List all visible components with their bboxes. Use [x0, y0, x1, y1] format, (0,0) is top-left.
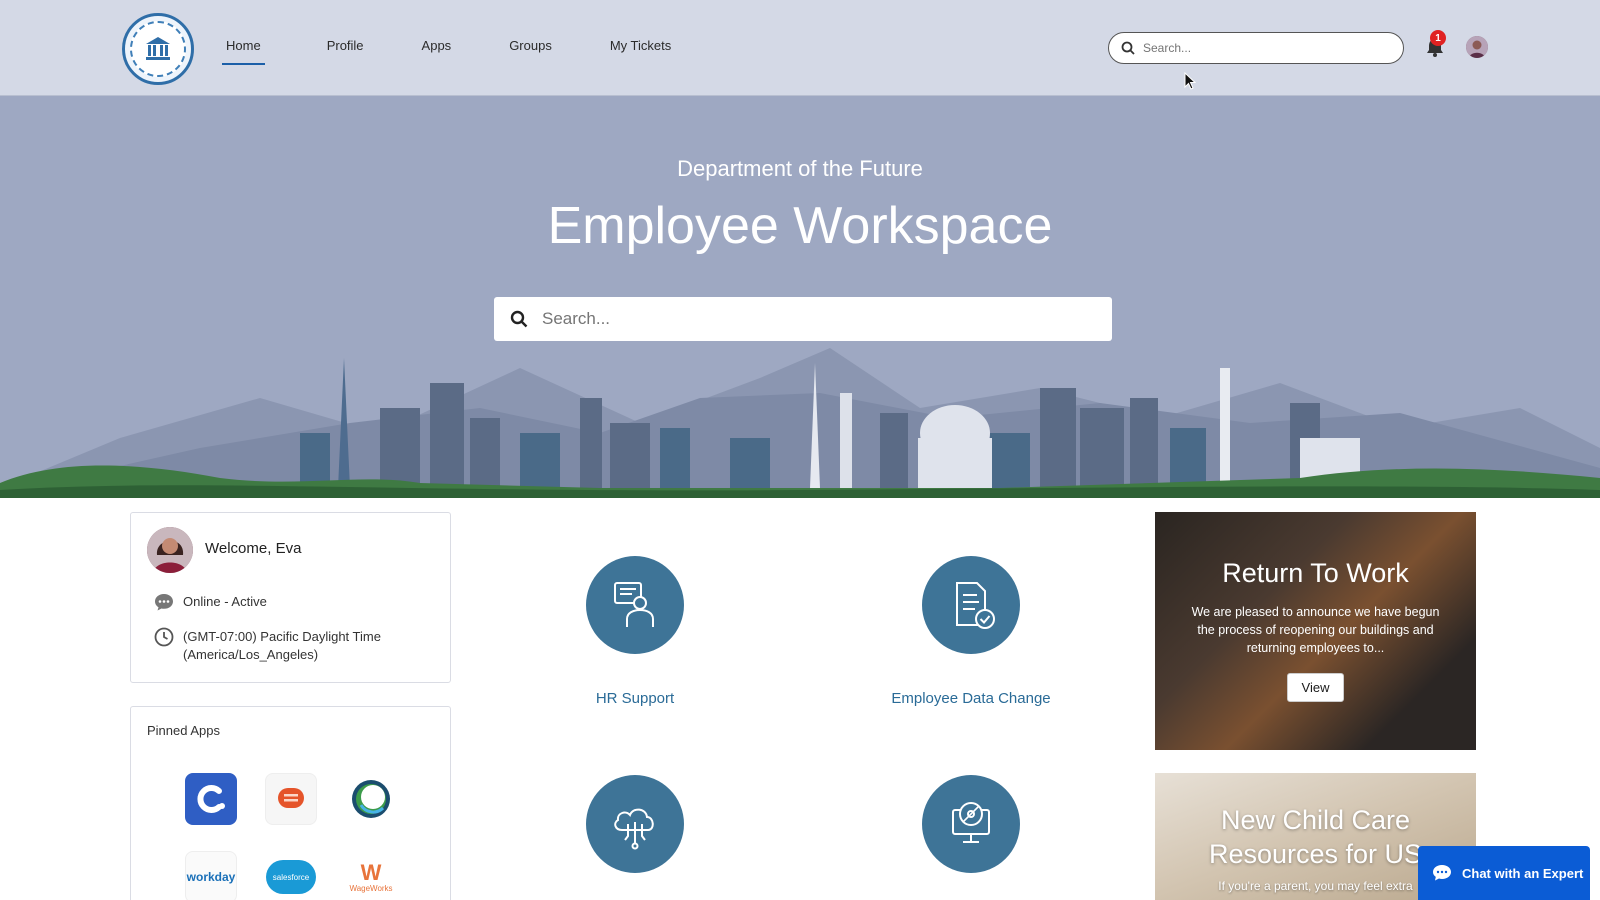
view-button[interactable]: View [1286, 673, 1345, 702]
capitol-building-icon [146, 37, 170, 60]
wageworks-app-icon[interactable]: W WageWorks [345, 851, 397, 900]
hero-search-input[interactable] [542, 309, 1102, 329]
status-row: Online - Active [153, 591, 267, 613]
welcome-avatar [147, 527, 193, 573]
promo-text: We are pleased to announce we have begun… [1191, 605, 1440, 655]
c-letter-icon [197, 785, 225, 813]
promo-title: Return To Work [1222, 558, 1409, 588]
chat-button-label: Chat with an Expert [1462, 865, 1584, 881]
top-header: Home Profile Apps Groups My Tickets 1 [0, 0, 1600, 96]
timezone-line-1: (GMT-07:00) Pacific Daylight Time [183, 629, 381, 644]
nav-groups[interactable]: Groups [505, 30, 556, 65]
salesforce-cloud-icon: salesforce [266, 860, 316, 894]
workday-app-icon[interactable]: workday [185, 851, 237, 900]
speech-bubble-icon [278, 788, 304, 808]
chat-with-expert-button[interactable]: Chat with an Expert [1418, 846, 1590, 900]
welcome-greeting: Welcome, Eva [205, 540, 302, 557]
chat-bubble-icon [1433, 865, 1451, 881]
return-to-work-promo: Return To Work We are pleased to announc… [1155, 512, 1476, 750]
pinned-apps-card: Pinned Apps workday salesforce W WageWor… [130, 706, 451, 900]
monitor-disc-icon [922, 775, 1020, 873]
tile-employee-data-change[interactable]: Employee Data Change [851, 556, 1091, 707]
clock-icon [154, 627, 174, 647]
user-photo-icon [147, 527, 193, 573]
mouse-cursor-icon [1184, 72, 1196, 90]
header-search-box[interactable] [1108, 32, 1404, 64]
hero-title: Employee Workspace [547, 197, 1053, 255]
search-icon [1121, 41, 1135, 55]
nav-home[interactable]: Home [222, 30, 265, 65]
document-check-icon [922, 556, 1020, 654]
timezone-row: (GMT-07:00) Pacific Daylight Time (Ameri… [153, 626, 381, 664]
header-search-input[interactable] [1143, 41, 1383, 55]
nav-my-tickets[interactable]: My Tickets [606, 30, 675, 65]
notification-badge: 1 [1430, 30, 1446, 46]
c-app-icon[interactable] [185, 773, 237, 825]
hero-search-box[interactable] [494, 297, 1112, 341]
pinned-apps-title: Pinned Apps [147, 723, 221, 738]
nav-profile[interactable]: Profile [323, 30, 368, 65]
city-skyline-illustration [0, 348, 1600, 498]
ring-app-icon[interactable] [345, 773, 397, 825]
timezone-line-2: (America/Los_Angeles) [183, 647, 319, 662]
hero-subtitle: Department of the Future [677, 156, 923, 181]
online-status: Online - Active [183, 594, 267, 609]
wageworks-w-icon: W [360, 859, 382, 885]
user-avatar[interactable] [1466, 36, 1488, 58]
welcome-card: Welcome, Eva Online - Active (GMT-07:00)… [130, 512, 451, 683]
logo-seal [130, 21, 186, 77]
tile-cloud-network[interactable] [515, 775, 755, 873]
salesforce-label: salesforce [272, 872, 310, 882]
tile-employee-data-change-label[interactable]: Employee Data Change [851, 690, 1091, 707]
search-icon [510, 310, 528, 328]
hero-banner: Department of the Future Employee Worksp… [0, 96, 1600, 498]
ring-logo-icon [352, 780, 390, 818]
tile-hr-support[interactable]: HR Support [515, 556, 755, 707]
cloud-network-icon [586, 775, 684, 873]
promo-text: If you're a parent, you may feel extra [1218, 879, 1413, 893]
main-nav: Home Profile Apps Groups My Tickets [222, 30, 725, 65]
nav-apps[interactable]: Apps [418, 30, 456, 65]
hr-support-icon [586, 556, 684, 654]
department-logo[interactable] [122, 13, 194, 85]
tile-hr-support-label[interactable]: HR Support [515, 690, 755, 707]
workday-label: workday [186, 870, 236, 884]
wageworks-label: WageWorks [349, 883, 393, 893]
chat-app-icon[interactable] [265, 773, 317, 825]
user-photo-icon [1466, 36, 1488, 58]
chat-bubble-icon [155, 594, 173, 611]
tile-monitor-disc[interactable] [851, 775, 1091, 873]
salesforce-app-icon[interactable]: salesforce [265, 851, 317, 900]
